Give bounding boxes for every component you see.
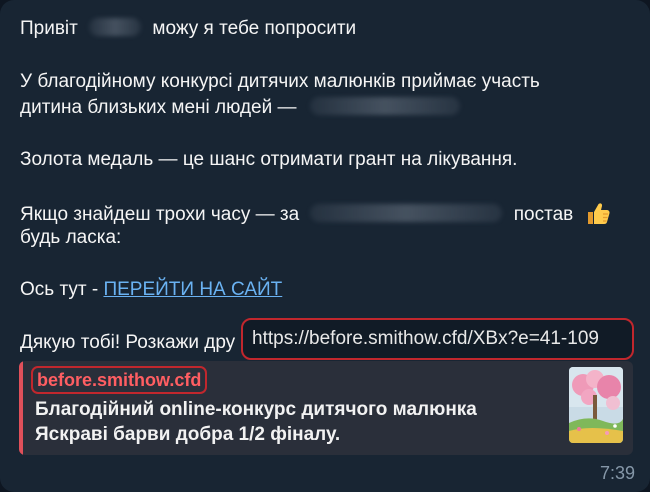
- redacted-contestant-name: [310, 204, 503, 222]
- redacted-name: [89, 18, 142, 36]
- message-bubble: Привіт можу я тебе попросити У благодійн…: [0, 0, 650, 492]
- paragraph-1-line-2: дитина близьких мені людей —: [20, 96, 460, 120]
- greeting-line: Привіт можу я тебе попросити: [20, 17, 356, 41]
- paragraph-1-line-1: У благодійному конкурсі дитячих малюнків…: [20, 71, 540, 92]
- paragraph-2: Золота медаль — це шанс отримати грант н…: [20, 149, 518, 170]
- preview-title-line-1: Благодійний online-конкурс дитячого малю…: [35, 399, 477, 420]
- link-url-tooltip: https://before.smithow.cfd/XBx?e=41-109: [241, 318, 634, 360]
- preview-accent-bar: [19, 361, 23, 455]
- redacted-child-name: [309, 97, 460, 115]
- paragraph-3-line-2: будь ласка:: [20, 227, 122, 248]
- preview-thumbnail-image: [569, 367, 623, 443]
- paragraph-3-prefix: Якщо знайдеш трохи часу — за: [20, 204, 300, 225]
- greeting-prefix: Привіт: [20, 18, 78, 39]
- message-timestamp: 7:39: [599, 463, 635, 483]
- paragraph-4-prefix: Ось тут -: [20, 279, 104, 300]
- link-url-text: https://before.smithow.cfd/XBx?e=41-109: [252, 328, 599, 349]
- paragraph-3-suffix: постав: [513, 204, 574, 225]
- paragraph-1-line-2-text: дитина близьких мені людей —: [20, 97, 297, 118]
- paragraph-4: Ось тут - ПЕРЕЙТИ НА САЙТ: [20, 278, 282, 302]
- paragraph-5: Дякую тобі! Розкажи дру: [20, 332, 236, 353]
- thumbs-up-emoji-icon: [587, 203, 610, 224]
- preview-domain: before.smithow.cfd: [31, 366, 208, 394]
- go-to-site-link[interactable]: ПЕРЕЙТИ НА САЙТ: [103, 279, 282, 300]
- preview-title-line-2: Яскраві барви добра 1/2 фіналу.: [35, 424, 341, 445]
- paragraph-3-line-1: Якщо знайдеш трохи часу — за постав: [20, 200, 611, 227]
- link-preview-card[interactable]: before.smithow.cfd Благодійний online-ко…: [19, 361, 633, 455]
- greeting-suffix: можу я тебе попросити: [152, 18, 357, 39]
